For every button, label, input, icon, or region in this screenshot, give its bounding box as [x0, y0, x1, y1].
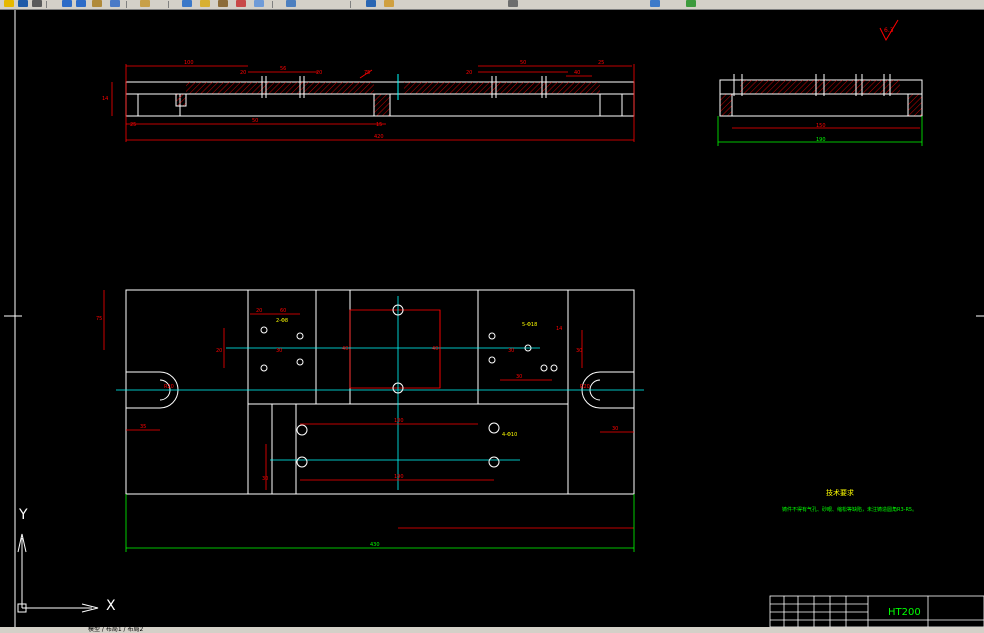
dim-plan-5: 35: [140, 424, 146, 430]
dim-plan-16: 190: [394, 474, 404, 480]
layout-tab-bar: 模型 / 布局1 / 布局2: [0, 627, 984, 633]
zoom-window-icon[interactable]: [686, 0, 696, 7]
plan-dimensions: [103, 290, 634, 529]
dim-plan-7: 40: [432, 346, 438, 352]
match-properties-icon[interactable]: [140, 0, 150, 7]
dim-plan-10: 14: [556, 326, 562, 332]
tool-palette-icon[interactable]: [384, 0, 394, 7]
dim-top-3: 20: [240, 70, 246, 76]
dim-side-1: 150: [816, 123, 826, 129]
dim-plan-11: 30: [516, 374, 522, 380]
dim-plan-19: 2-Φ8: [276, 318, 288, 324]
dim-top-7: 14: [102, 96, 108, 102]
dim-top-4: 20: [316, 70, 322, 76]
ucs-icon: [17, 533, 99, 613]
dim-plan-14: 30: [262, 476, 268, 482]
centerlines: [116, 296, 644, 490]
redo-icon[interactable]: [76, 0, 86, 7]
layer-icon[interactable]: [182, 0, 192, 7]
dim-plan-13: 100: [394, 418, 404, 424]
print-icon[interactable]: [32, 0, 42, 7]
dim-plan-4: 20: [216, 348, 222, 354]
dim-top-1: 100: [184, 60, 194, 66]
dim-top-12: 40: [574, 70, 580, 76]
standard-toolbar: [0, 0, 984, 10]
dim-top-5: 50: [520, 60, 526, 66]
properties-icon[interactable]: [200, 0, 210, 7]
dim-plan-22: R20: [580, 384, 590, 390]
hatch-icon[interactable]: [286, 0, 296, 7]
material-label: HT200: [888, 607, 921, 618]
dim-plan-1: 75: [96, 316, 102, 322]
block-icon[interactable]: [218, 0, 228, 7]
technical-note-title: 技术要求: [826, 489, 854, 497]
roughness-value: 6.3: [884, 27, 894, 34]
plan-view: [125, 289, 635, 495]
design-center-icon[interactable]: [366, 0, 376, 7]
help-icon[interactable]: [650, 0, 660, 7]
dim-top-11: 20: [466, 70, 472, 76]
drawing-canvas[interactable]: 100 56 20 20 50 25 14 50 25 15 20 40 75 …: [0, 10, 984, 627]
holes: [260, 304, 558, 468]
roughness-symbol: 6.3: [879, 19, 899, 42]
title-block: [769, 595, 984, 627]
dim-plan-8: 30: [276, 348, 282, 354]
dim-top-6: 25: [598, 60, 604, 66]
dim-plan-12: 30: [576, 348, 582, 354]
dim-plan-21: R20: [164, 384, 174, 390]
dim-plan-3: 60: [280, 308, 286, 314]
zoom-icon[interactable]: [110, 0, 120, 7]
dim-plan-20: 4-Φ10: [502, 432, 517, 438]
calculator-icon[interactable]: [508, 0, 518, 7]
dim-top-9: 25: [130, 122, 136, 128]
save-icon[interactable]: [18, 0, 28, 7]
dim-plan-2: 20: [256, 308, 262, 314]
dim-side-2: 190: [816, 137, 826, 143]
side-view: 150 190: [717, 74, 923, 146]
dim-top-8: 50: [252, 118, 258, 124]
dimension-icon[interactable]: [254, 0, 264, 7]
dim-plan-17: 430: [370, 542, 380, 548]
text-icon[interactable]: [236, 0, 246, 7]
plan-dim-labels: 75 20 60 20 35 40 40 30 30 14 30 30 100 …: [96, 308, 618, 548]
open-icon[interactable]: [4, 0, 14, 7]
dim-top-2: 56: [280, 66, 286, 72]
dim-plan-9: 30: [508, 348, 514, 354]
layout-tabs[interactable]: 模型 / 布局1 / 布局2: [88, 627, 143, 633]
technical-note-text: 铸件不得有气孔、砂眼、缩松等缺陷，未注铸造圆角R3-R5。: [782, 507, 918, 513]
dim-plan-18: 5-Φ18: [522, 322, 537, 328]
ucs-x-label: X: [106, 598, 116, 614]
top-view: 100 56 20 20 50 25 14 50 25 15 20 40 75 …: [102, 60, 635, 142]
undo-icon[interactable]: [62, 0, 72, 7]
dim-top-13: 75: [364, 70, 370, 76]
dim-plan-6: 40: [342, 346, 348, 352]
dim-top-10: 15: [376, 122, 382, 128]
dim-top-14: 420: [374, 134, 384, 140]
pan-icon[interactable]: [92, 0, 102, 7]
dim-plan-15: 30: [612, 426, 618, 432]
ucs-y-label: Y: [19, 507, 28, 523]
